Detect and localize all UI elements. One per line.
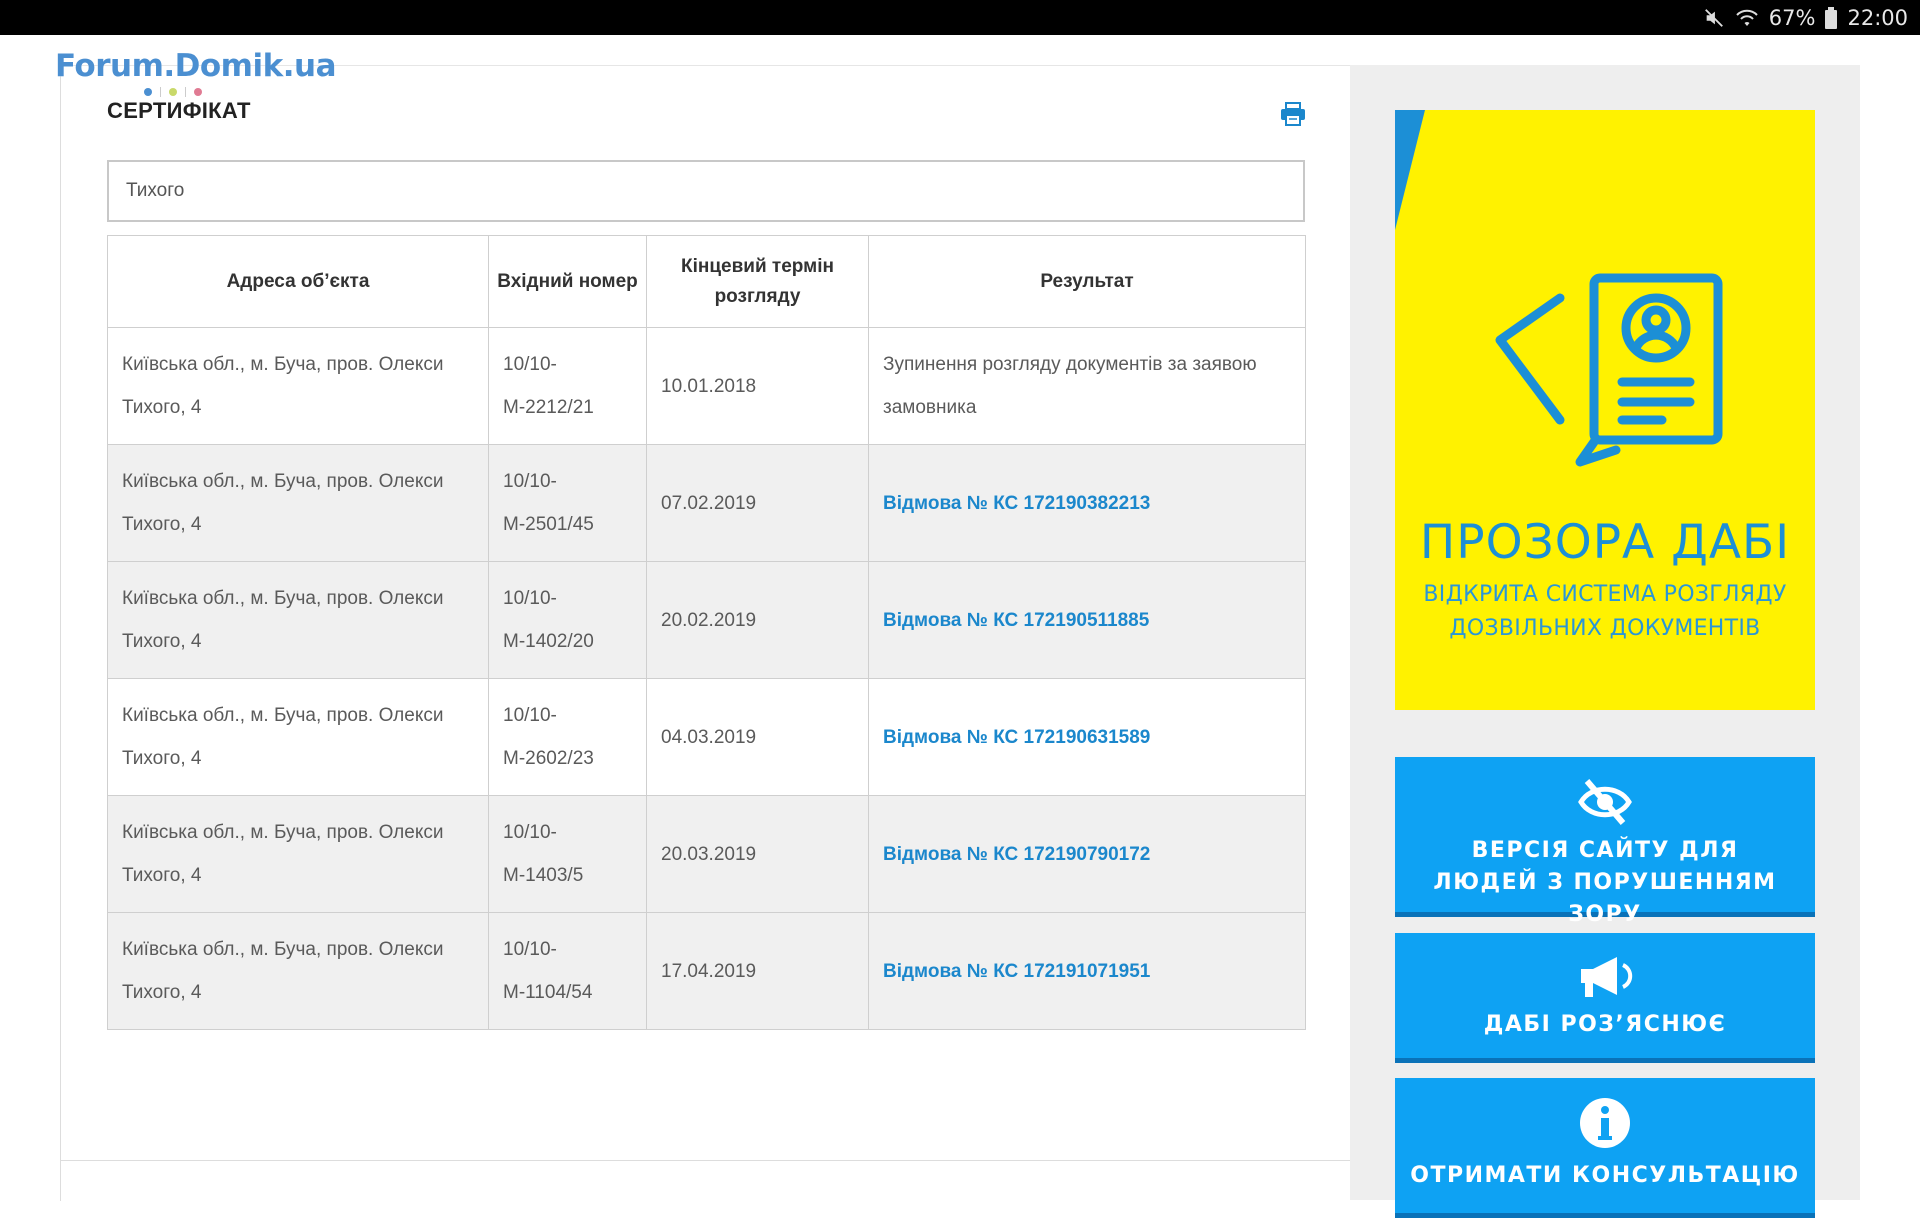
button-label: ДАБІ РОЗ’ЯСНЮЄ bbox=[1483, 1012, 1727, 1037]
cell-result: Відмова № КС 172190511885 bbox=[868, 561, 1306, 679]
cell-address: Київська обл., м. Буча, пров. Олекси Тих… bbox=[107, 561, 489, 679]
table-row: Київська обл., м. Буча, пров. Олекси Тих… bbox=[107, 444, 1306, 562]
cell-number: 10/10-М-2212/21 bbox=[488, 327, 647, 445]
table-row: Київська обл., м. Буча, пров. Олекси Тих… bbox=[107, 795, 1306, 913]
info-icon bbox=[1580, 1098, 1630, 1148]
result-link[interactable]: Відмова № КС 172190631589 bbox=[883, 727, 1150, 748]
cell-result: Відмова № КС 172190631589 bbox=[868, 678, 1306, 796]
cell-result: Зупинення розгляду документів за заявою … bbox=[868, 327, 1306, 445]
button-label: ВЕРСІЯ САЙТУ ДЛЯ ЛЮДЕЙ З ПОРУШЕННЯМ ЗОРУ bbox=[1433, 838, 1777, 927]
battery-icon bbox=[1825, 6, 1838, 29]
clock: 22:00 bbox=[1847, 5, 1908, 30]
cell-address: Київська обл., м. Буча, пров. Олекси Тих… bbox=[107, 912, 489, 1030]
document-profile-icon bbox=[1495, 273, 1723, 467]
cell-address: Київська обл., м. Буча, пров. Олекси Тих… bbox=[107, 444, 489, 562]
cell-deadline: 20.02.2019 bbox=[646, 561, 869, 679]
cell-deadline: 17.04.2019 bbox=[646, 912, 869, 1030]
megaphone-icon bbox=[1581, 957, 1633, 997]
cell-deadline: 04.03.2019 bbox=[646, 678, 869, 796]
watermark-dots bbox=[144, 87, 202, 97]
button-label: ОТРИМАТИ КОНСУЛЬТАЦІЮ bbox=[1410, 1163, 1800, 1188]
cell-number: 10/10-М-1403/5 bbox=[488, 795, 647, 913]
mute-icon bbox=[1703, 7, 1725, 29]
status-bar: 67% 22:00 bbox=[0, 0, 1920, 35]
cell-address: Київська обл., м. Буча, пров. Олекси Тих… bbox=[107, 327, 489, 445]
cell-number: 10/10-М-2501/45 bbox=[488, 444, 647, 562]
cell-number: 10/10-М-1104/54 bbox=[488, 912, 647, 1030]
table-row: Київська обл., м. Буча, пров. Олекси Тих… bbox=[107, 327, 1306, 445]
table-row: Київська обл., м. Буча, пров. Олекси Тих… bbox=[107, 678, 1306, 796]
cell-deadline: 20.03.2019 bbox=[646, 795, 869, 913]
cell-deadline: 07.02.2019 bbox=[646, 444, 869, 562]
column-header-number: Вхідний номер bbox=[488, 235, 647, 328]
search-input[interactable] bbox=[107, 160, 1305, 222]
cell-deadline: 10.01.2018 bbox=[646, 327, 869, 445]
cell-number: 10/10-М-2602/23 bbox=[488, 678, 647, 796]
table-row: Київська обл., м. Буча, пров. Олекси Тих… bbox=[107, 912, 1306, 1030]
banner-title: ПРОЗОРА ДАБІ bbox=[1419, 515, 1791, 570]
page-title: СЕРТИФІКАТ bbox=[107, 98, 251, 123]
print-icon[interactable] bbox=[1280, 102, 1306, 126]
eye-slash-icon bbox=[1578, 779, 1632, 825]
low-vision-version-button[interactable]: ВЕРСІЯ САЙТУ ДЛЯ ЛЮДЕЙ З ПОРУШЕННЯМ ЗОРУ bbox=[1395, 757, 1815, 927]
watermark-logo: Forum.Domik.ua bbox=[55, 48, 337, 84]
cell-number: 10/10-М-1402/20 bbox=[488, 561, 647, 679]
result-link[interactable]: Відмова № КС 172190790172 bbox=[883, 844, 1150, 865]
prozora-dabi-banner[interactable]: ПРОЗОРА ДАБІ ВІДКРИТА СИСТЕМА РОЗГЛЯДУ Д… bbox=[1395, 110, 1815, 710]
banner-subtitle: ВІДКРИТА СИСТЕМА РОЗГЛЯДУ ДОЗВІЛЬНИХ ДОК… bbox=[1423, 582, 1787, 641]
column-header-address: Адреса об’єкта bbox=[107, 235, 489, 328]
dabi-explains-button[interactable]: ДАБІ РОЗ’ЯСНЮЄ bbox=[1395, 933, 1815, 1063]
column-header-deadline: Кінцевий термін розгляду bbox=[646, 235, 869, 328]
cell-result: Відмова № КС 172190790172 bbox=[868, 795, 1306, 913]
result-link[interactable]: Відмова № КС 172191071951 bbox=[883, 961, 1150, 982]
get-consultation-button[interactable]: ОТРИМАТИ КОНСУЛЬТАЦІЮ bbox=[1395, 1078, 1815, 1218]
table-header-row: Адреса об’єкта Вхідний номер Кінцевий те… bbox=[107, 235, 1306, 328]
column-header-result: Результат bbox=[868, 235, 1306, 328]
cell-address: Київська обл., м. Буча, пров. Олекси Тих… bbox=[107, 795, 489, 913]
battery-percent: 67% bbox=[1768, 5, 1816, 30]
results-table: Адреса об’єкта Вхідний номер Кінцевий те… bbox=[107, 235, 1306, 1030]
result-link[interactable]: Відмова № КС 172190382213 bbox=[883, 493, 1150, 514]
table-row: Київська обл., м. Буча, пров. Олекси Тих… bbox=[107, 561, 1306, 679]
cell-result: Відмова № КС 172190382213 bbox=[868, 444, 1306, 562]
wifi-icon bbox=[1735, 7, 1759, 29]
divider bbox=[61, 1160, 1351, 1161]
result-link[interactable]: Відмова № КС 172190511885 bbox=[883, 610, 1149, 631]
cell-result: Відмова № КС 172191071951 bbox=[868, 912, 1306, 1030]
cell-address: Київська обл., м. Буча, пров. Олекси Тих… bbox=[107, 678, 489, 796]
